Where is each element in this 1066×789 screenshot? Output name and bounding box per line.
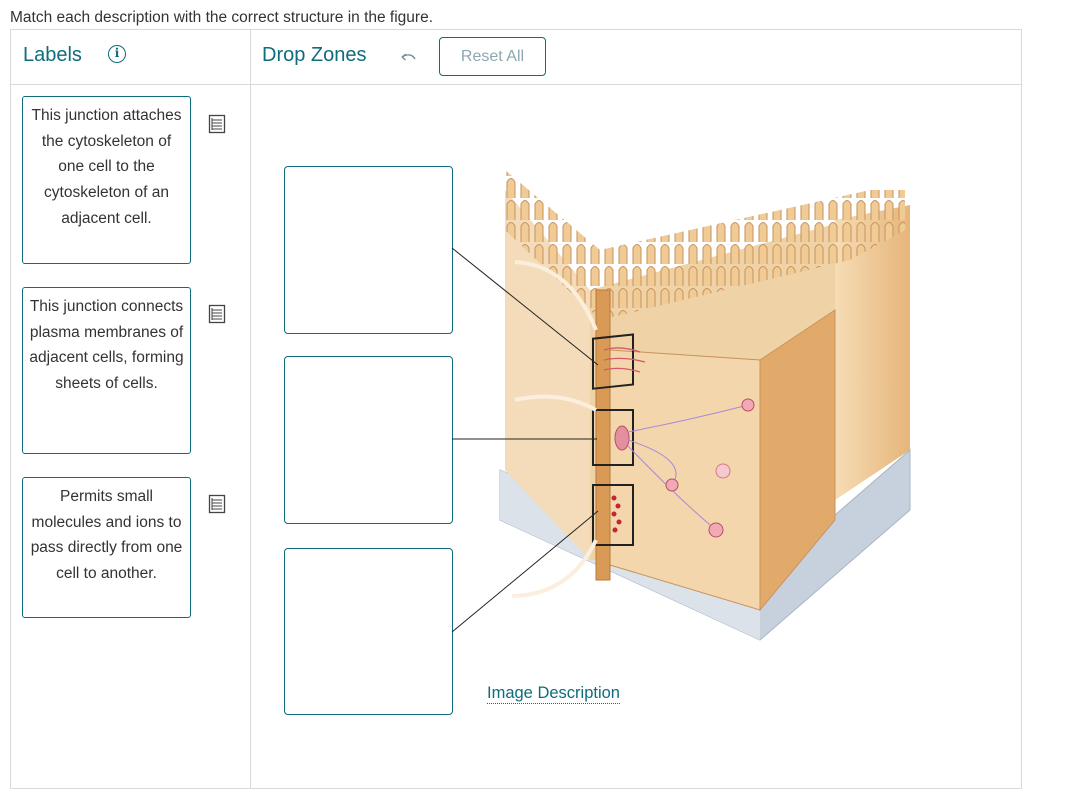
image-description-link[interactable]: Image Description	[487, 684, 620, 704]
leader-lines	[451, 247, 599, 633]
